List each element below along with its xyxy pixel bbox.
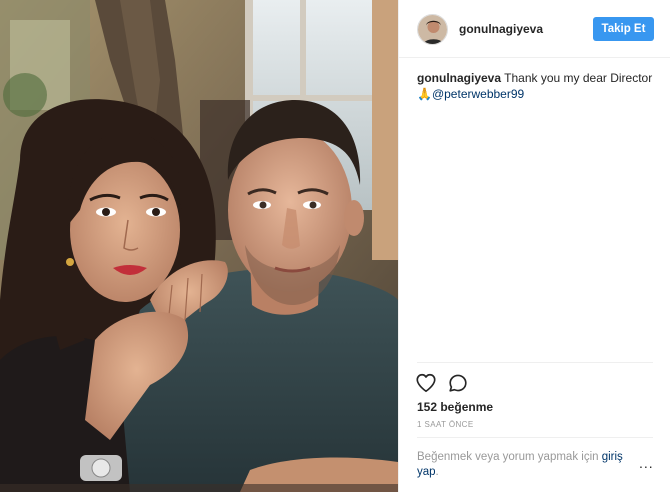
login-prompt-suffix: . — [435, 466, 439, 478]
login-prompt: Beğenmek veya yorum yapmak için giriş ya… — [417, 450, 627, 480]
photo-illustration — [0, 0, 398, 492]
more-options-icon[interactable]: ... — [639, 456, 654, 470]
follow-button[interactable]: Takip Et — [593, 17, 654, 41]
post-side-panel: gonulnagiyeva Takip Et gonulnagiyeva Tha… — [398, 0, 670, 492]
actions-divider — [417, 362, 653, 363]
caption-username[interactable]: gonulnagiyeva — [417, 71, 501, 85]
comments-divider — [417, 437, 653, 438]
post-caption: gonulnagiyeva Thank you my dear Director… — [417, 70, 657, 102]
heart-icon[interactable] — [415, 372, 437, 394]
caption-mention-link[interactable]: @peterwebber99 — [432, 87, 524, 101]
header-username[interactable]: gonulnagiyeva — [459, 22, 543, 36]
avatar-icon — [418, 15, 447, 44]
instagram-post: gonulnagiyeva Takip Et gonulnagiyeva Tha… — [0, 0, 670, 492]
likes-count[interactable]: 152 beğenme — [417, 400, 493, 414]
profile-avatar[interactable] — [417, 14, 448, 45]
login-prompt-text: Beğenmek veya yorum yapmak için — [417, 451, 602, 463]
post-timestamp[interactable]: 1 SAAT ÖNCE — [417, 420, 474, 429]
caption-text: Thank you my dear Director — [501, 71, 653, 85]
post-photo[interactable] — [0, 0, 398, 492]
pray-emoji-icon: 🙏 — [417, 87, 432, 101]
speech-bubble-icon[interactable] — [447, 372, 469, 394]
post-header: gonulnagiyeva Takip Et — [399, 0, 670, 58]
